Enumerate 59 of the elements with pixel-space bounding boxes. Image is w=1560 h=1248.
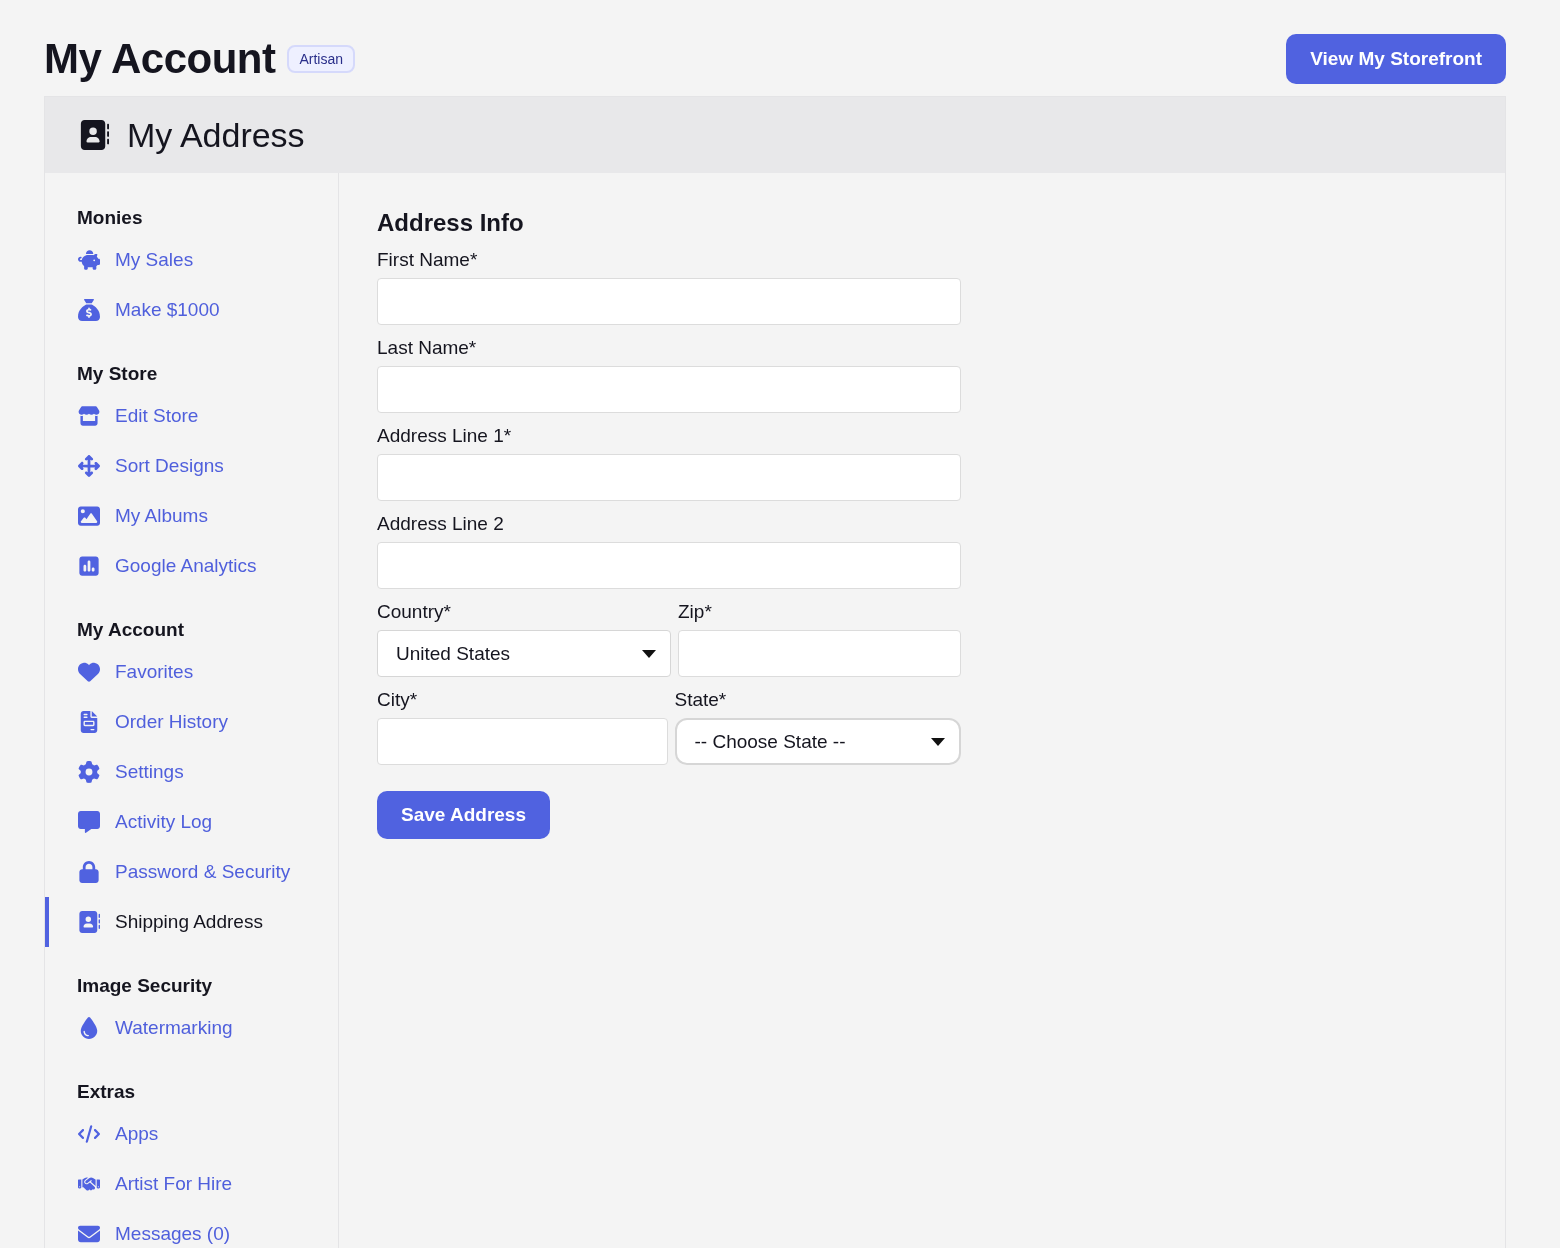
- section-heading: Extras: [76, 1081, 137, 1103]
- move-arrows-icon: [77, 455, 101, 477]
- account-badge: Artisan: [287, 45, 356, 73]
- field-label: Address Line 2: [377, 513, 505, 535]
- field-label: City*: [377, 689, 419, 711]
- section-heading: Monies: [76, 207, 144, 229]
- settings-icon: [77, 761, 101, 783]
- address-book-icon: [79, 120, 109, 150]
- page-title: My Account: [44, 35, 276, 83]
- field-label: Last Name*: [377, 337, 478, 359]
- text-input[interactable]: [678, 630, 961, 677]
- lock-icon: [77, 861, 101, 883]
- section-heading: My Account: [76, 619, 185, 641]
- text-input[interactable]: [377, 542, 961, 589]
- sidebar-item[interactable]: Artist For Hire: [45, 1159, 338, 1209]
- text-input[interactable]: [377, 454, 961, 501]
- sidebar-item[interactable]: Watermarking: [45, 1003, 338, 1053]
- money-bag-icon: [77, 299, 101, 321]
- panel-title: My Address: [127, 115, 305, 155]
- sidebar-item[interactable]: Sort Designs: [45, 441, 338, 491]
- select-field[interactable]: United States: [377, 630, 671, 677]
- bar-chart-icon: [77, 555, 101, 577]
- section-heading: Image Security: [76, 975, 214, 997]
- storefront-button[interactable]: View My Storefront: [1286, 34, 1506, 84]
- sidebar-item[interactable]: Apps: [45, 1109, 338, 1159]
- image-icon: [77, 505, 101, 527]
- field-label: Address Line 1*: [377, 425, 513, 447]
- sidebar-item[interactable]: Settings: [45, 747, 338, 797]
- select-field[interactable]: -- Choose State --: [674, 718, 961, 765]
- store-icon: [77, 405, 101, 427]
- sidebar-item[interactable]: Messages (0): [45, 1209, 338, 1248]
- sidebar-item[interactable]: Edit Store: [45, 391, 338, 441]
- sidebar-item[interactable]: My Sales: [45, 235, 338, 285]
- code-icon: [77, 1123, 101, 1145]
- sidebar-item[interactable]: My Albums: [45, 491, 338, 541]
- heart-icon: [77, 661, 101, 683]
- text-input[interactable]: [377, 718, 668, 765]
- sidebar-item[interactable]: Order History: [45, 697, 338, 747]
- form-title: Address Info: [377, 209, 525, 237]
- sidebar-item[interactable]: Make $1000: [45, 285, 338, 335]
- envelope-icon: [77, 1223, 101, 1245]
- caret-icon: [931, 737, 945, 746]
- sidebar-item[interactable]: Password & Security: [45, 847, 338, 897]
- text-input[interactable]: [377, 366, 961, 413]
- field-label: First Name*: [377, 249, 479, 271]
- sidebar-item[interactable]: Favorites: [45, 647, 338, 697]
- field-label: Zip*: [678, 601, 713, 623]
- piggy-bank-icon: [77, 249, 101, 271]
- address-book-icon: [77, 911, 101, 933]
- field-label: State*: [674, 689, 728, 711]
- section-heading: My Store: [76, 363, 159, 385]
- sidebar-item[interactable]: Activity Log: [45, 797, 338, 847]
- sidebar-item[interactable]: Shipping Address: [45, 897, 338, 947]
- field-label: Country*: [377, 601, 452, 623]
- message-alert-icon: [77, 811, 101, 833]
- sidebar-item[interactable]: Google Analytics: [45, 541, 338, 591]
- caret-icon: [642, 649, 656, 658]
- save-button[interactable]: Save Address: [377, 791, 550, 839]
- text-input[interactable]: [377, 278, 961, 325]
